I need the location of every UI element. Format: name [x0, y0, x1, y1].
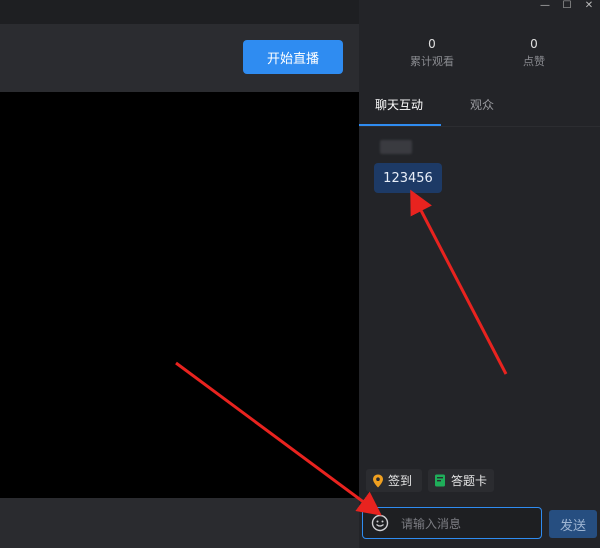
video-preview — [0, 92, 359, 498]
tab-chat[interactable]: 聊天互动 — [375, 96, 423, 113]
minimize-icon[interactable]: — — [536, 0, 554, 11]
stats-bar: 0 累计观看 0 点赞 — [359, 34, 600, 84]
stat-likes: 0 点赞 — [489, 34, 579, 70]
message-input[interactable] — [399, 512, 539, 536]
stream-footer — [0, 498, 359, 548]
answer-card-button[interactable]: 答题卡 — [428, 469, 494, 492]
close-icon[interactable]: ✕ — [580, 0, 598, 11]
panel-tabs: 聊天互动 观众 — [359, 92, 600, 126]
likes-label: 点赞 — [523, 55, 545, 68]
message-composer — [362, 507, 542, 539]
chat-sender-name — [380, 140, 412, 154]
tab-audience[interactable]: 观众 — [470, 96, 494, 113]
views-count: 0 — [428, 37, 436, 51]
emoji-icon[interactable] — [371, 514, 389, 532]
likes-count: 0 — [530, 37, 538, 51]
location-pin-icon — [373, 474, 383, 487]
start-live-button[interactable]: 开始直播 — [243, 40, 343, 74]
answer-card-icon — [435, 474, 445, 487]
tab-divider — [359, 126, 600, 127]
send-button[interactable]: 发送 — [549, 510, 597, 538]
answer-card-label: 答题卡 — [451, 474, 488, 488]
checkin-button[interactable]: 签到 — [366, 469, 422, 492]
maximize-icon[interactable]: ☐ — [558, 0, 576, 11]
chat-message: 123456 — [374, 163, 442, 193]
checkin-label: 签到 — [388, 474, 413, 488]
views-label: 累计观看 — [410, 55, 454, 68]
stat-views: 0 累计观看 — [387, 34, 477, 70]
